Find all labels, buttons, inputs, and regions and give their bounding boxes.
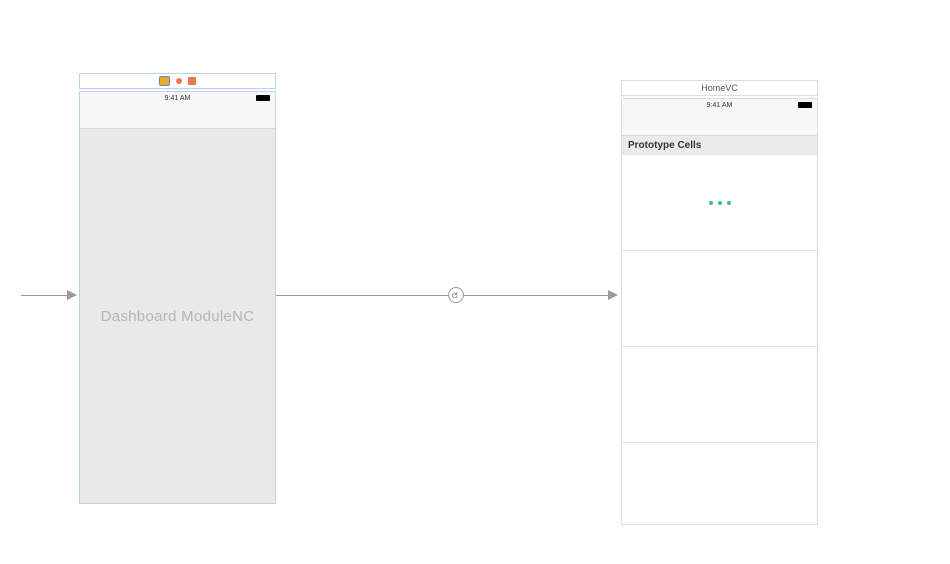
prototype-cell[interactable] xyxy=(622,347,817,443)
status-bar-right: 9:41 AM xyxy=(622,99,817,111)
battery-icon xyxy=(798,102,812,108)
nav-bar-right xyxy=(622,111,817,136)
content-area-left: Dashboard ModuleNC xyxy=(80,129,275,503)
scene-title-icons xyxy=(159,76,196,86)
scene-dashboard-nc[interactable]: 9:41 AM Dashboard ModuleNC xyxy=(79,73,276,504)
segue-line-1 xyxy=(276,295,448,296)
prototype-cells-header: Prototype Cells xyxy=(622,136,817,155)
scene-title-bar-right[interactable]: HomeVC xyxy=(621,80,818,96)
entry-arrow-line xyxy=(21,295,69,296)
nav-bar-left xyxy=(80,104,275,129)
prototype-cell[interactable] xyxy=(622,155,817,251)
table-view-body[interactable] xyxy=(622,443,817,524)
segue-icon[interactable]: ⟳ xyxy=(448,287,464,303)
first-responder-icon[interactable] xyxy=(176,78,182,84)
segue-arrow-head xyxy=(608,290,618,300)
nc-placeholder-label: Dashboard ModuleNC xyxy=(101,308,255,325)
prototype-cell[interactable] xyxy=(622,251,817,347)
scene-body-left[interactable]: 9:41 AM Dashboard ModuleNC xyxy=(79,91,276,504)
status-time-left: 9:41 AM xyxy=(165,95,191,102)
loading-dots-icon xyxy=(709,201,731,205)
status-bar-left: 9:41 AM xyxy=(80,92,275,104)
exit-icon[interactable] xyxy=(188,77,196,85)
scene-body-right[interactable]: 9:41 AM Prototype Cells xyxy=(621,98,818,525)
segue-relationship-icon: ⟳ xyxy=(449,288,462,301)
segue-line-2 xyxy=(464,295,610,296)
status-time-right: 9:41 AM xyxy=(707,102,733,109)
scene-title-label: HomeVC xyxy=(701,83,738,93)
scene-homevc[interactable]: HomeVC 9:41 AM Prototype Cells xyxy=(621,80,818,525)
entry-arrow-head xyxy=(67,290,77,300)
scene-title-bar-left[interactable] xyxy=(79,73,276,89)
battery-icon xyxy=(256,95,270,101)
nav-controller-icon[interactable] xyxy=(159,76,170,86)
